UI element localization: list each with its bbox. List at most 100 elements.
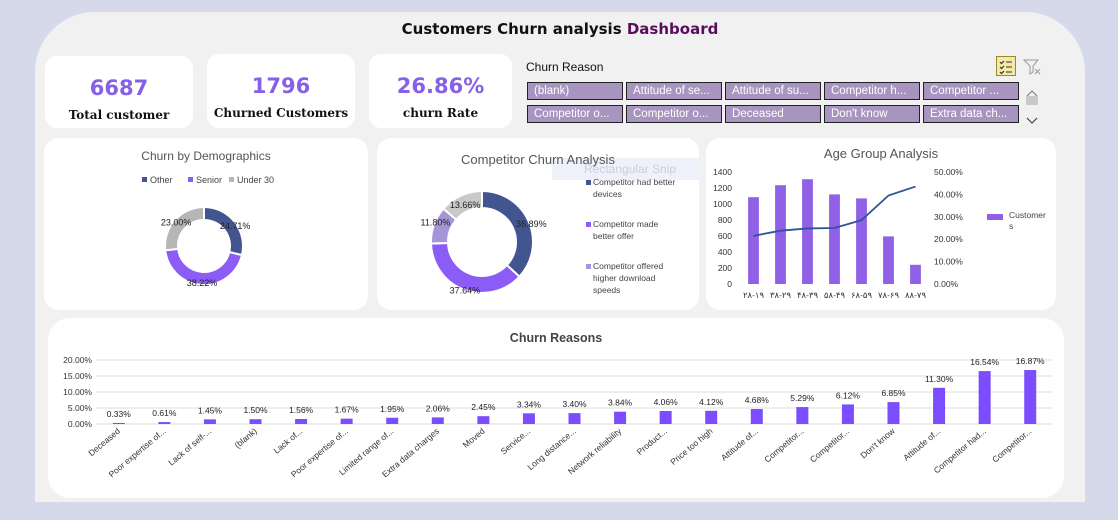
slicer-item[interactable]: Deceased	[725, 105, 821, 123]
slicer-item[interactable]: Competitor o...	[527, 105, 623, 123]
x-tick-label: Competitor...	[808, 426, 851, 465]
slicer-item[interactable]: Competitor o...	[626, 105, 722, 123]
donut-data-label: 38.22%	[187, 278, 218, 288]
slicer-item[interactable]: Extra data ch...	[923, 105, 1019, 123]
x-tick-label: Don't know	[858, 425, 897, 460]
x-tick-label: Attitude of...	[719, 426, 760, 463]
age-bar	[775, 185, 786, 284]
legend-label: devices	[593, 189, 622, 199]
bar-data-label: 1.50%	[243, 405, 268, 415]
reason-bar	[431, 417, 444, 424]
reason-bar	[295, 419, 308, 424]
legend-label: higher download	[593, 273, 656, 283]
multi-select-icon[interactable]	[996, 56, 1016, 76]
age-group-combo-chart: 0 200 400 600 800 1000 1200 1400 0.00% 10.00% 20.0…	[713, 167, 1046, 300]
y-tick-label: 1000	[713, 199, 732, 209]
legend-swatch	[987, 214, 1003, 220]
age-bar	[856, 198, 867, 284]
y-tick-label: 0.00%	[68, 419, 93, 429]
x-tick-label: ۸۸-۷۹	[905, 290, 927, 300]
y-tick-label: 600	[718, 231, 732, 241]
legend-swatch	[188, 177, 193, 182]
bar-data-label: 6.85%	[881, 388, 906, 398]
kpi-label: Total customer	[68, 108, 170, 122]
clear-filter-icon[interactable]	[1022, 57, 1042, 77]
reason-bar	[659, 411, 672, 424]
legend-swatch	[229, 177, 234, 182]
reason-bar	[796, 407, 809, 424]
y-tick-label: 15.00%	[63, 371, 92, 381]
slicer-item[interactable]: Attitude of se...	[626, 82, 722, 100]
age-bar	[910, 264, 921, 284]
churn-reasons-bar-chart: 0.00% 5.00% 10.00% 15.00% 20.00% 0.33% Decease…	[63, 355, 1053, 479]
bar-data-label: 1.67%	[335, 405, 360, 415]
reason-bar	[568, 413, 581, 424]
legend-label: Competitor made	[593, 219, 658, 229]
x-tick-label: ۲۸-۱۹	[743, 290, 765, 300]
competitor-donut-chart: 36.89% 37.64% 11.80% 13.66% Competitor had b…	[421, 177, 676, 295]
slicer-item[interactable]: Don't know	[824, 105, 920, 123]
kpi-total-customer: 6687 Total customer	[45, 56, 193, 128]
age-bar	[802, 179, 813, 284]
y2-tick-label: 0.00%	[934, 279, 959, 289]
slicer-item[interactable]: Attitude of su...	[725, 82, 821, 100]
legend-swatch	[586, 180, 591, 185]
bar-data-label: 1.56%	[289, 405, 314, 415]
y2-tick-label: 10.00%	[934, 257, 963, 267]
kpi-value: 6687	[89, 76, 149, 100]
slicer-item[interactable]: Competitor h...	[824, 82, 920, 100]
x-tick-label: Moved	[461, 426, 487, 450]
panel-competitor: Rectangular Snip Competitor Churn Analys…	[377, 138, 700, 310]
kpi-churn-rate: 26.86% churn Rate	[369, 54, 512, 128]
legend-swatch	[586, 222, 591, 227]
bar-data-label: 3.34%	[517, 399, 542, 409]
x-tick-label: Competitor...	[990, 426, 1033, 465]
slicer-item[interactable]: Competitor ...	[923, 82, 1019, 100]
panel-demographics: Churn by Demographics Other Senior Under 3…	[44, 138, 368, 310]
legend-label: Under 30	[237, 175, 274, 185]
slicer-item[interactable]: (blank)	[527, 82, 623, 100]
x-tick-label: (blank)	[232, 426, 258, 450]
age-bar	[829, 194, 840, 284]
bar-data-label: 0.33%	[107, 409, 132, 419]
kpi-value: 1796	[251, 74, 311, 98]
reason-bar	[158, 422, 171, 424]
scroll-up-icon[interactable]	[1026, 84, 1038, 97]
y-tick-label: 20.00%	[63, 355, 92, 365]
panel-churn-reasons: Churn Reasons 0.00% 5.00% 10.00% 15.00% 20.0…	[48, 318, 1064, 498]
x-tick-label: ۶۸-۵۹	[851, 290, 873, 300]
kpi-value: 26.86%	[396, 74, 485, 98]
slicer-title: Churn Reason	[526, 60, 604, 74]
title-accent: Dashboard	[626, 20, 719, 38]
x-tick-label: Price too high	[668, 426, 714, 467]
bar-data-label: 1.95%	[380, 404, 405, 414]
y-tick-label: 5.00%	[68, 403, 93, 413]
reason-bar	[614, 411, 627, 424]
donut-data-label: 11.80%	[421, 218, 451, 228]
kpi-label: churn Rate	[402, 106, 479, 120]
x-tick-label: Product...	[635, 426, 669, 457]
bar-data-label: 3.40%	[562, 399, 587, 409]
x-tick-label: Lack of...	[272, 426, 305, 456]
y-tick-label: 400	[718, 247, 732, 257]
legend-label: speeds	[593, 285, 620, 295]
reason-bar	[887, 402, 900, 424]
bar-data-label: 4.06%	[654, 397, 679, 407]
reason-bar	[386, 417, 399, 424]
reason-bar	[112, 422, 125, 424]
scroll-thumb[interactable]	[1026, 96, 1038, 105]
y2-tick-label: 40.00%	[934, 189, 963, 199]
x-tick-label: Deceased	[86, 426, 122, 458]
bar-data-label: 2.45%	[471, 402, 496, 412]
x-tick-label: Lack of self-...	[166, 426, 213, 468]
reason-bar	[933, 387, 946, 424]
reason-bar	[750, 409, 763, 424]
y-tick-label: 800	[718, 215, 732, 225]
title-main: Customers Churn analysis	[401, 20, 627, 38]
y2-tick-label: 30.00%	[934, 212, 963, 222]
kpi-churned-customers: 1796 Churned Customers	[207, 54, 355, 128]
age-bar	[883, 236, 894, 284]
scroll-down-icon[interactable]	[1026, 112, 1038, 124]
y-tick-label: 1400	[713, 167, 732, 177]
dashboard-title: Customers Churn analysis Dashboard	[35, 20, 1085, 38]
